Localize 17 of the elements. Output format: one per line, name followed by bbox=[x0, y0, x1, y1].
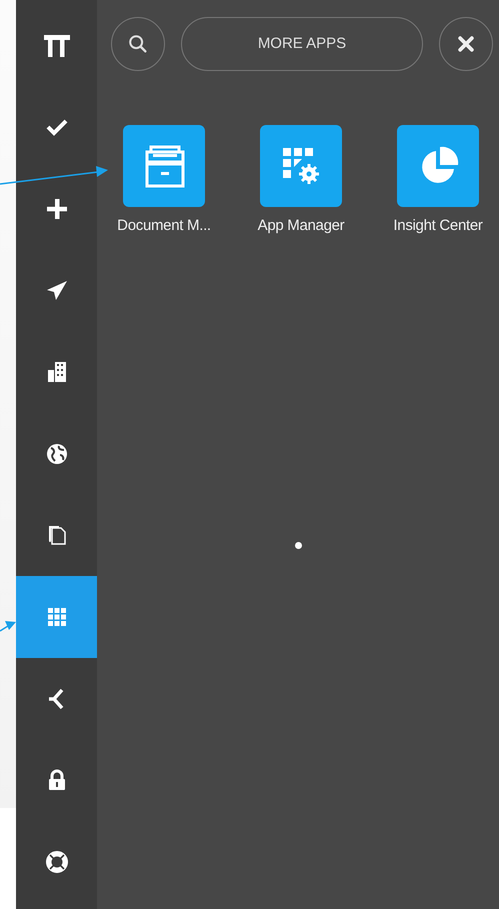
app-tile[interactable] bbox=[123, 125, 205, 207]
close-icon bbox=[456, 34, 476, 54]
annotation-arrow bbox=[0, 621, 16, 632]
app-label: App Manager bbox=[258, 216, 344, 236]
close-button[interactable] bbox=[439, 17, 493, 71]
search-button[interactable] bbox=[111, 17, 165, 71]
lifebuoy-icon bbox=[44, 850, 68, 874]
app-tile[interactable] bbox=[260, 125, 342, 207]
globe-icon bbox=[44, 442, 68, 466]
more-apps-button[interactable]: MORE APPS bbox=[181, 17, 423, 71]
search-icon bbox=[127, 33, 149, 55]
logo-icon bbox=[44, 34, 70, 57]
page-dot[interactable] bbox=[294, 542, 302, 549]
plus-icon bbox=[44, 196, 68, 221]
app-tile[interactable] bbox=[397, 125, 479, 207]
app-label: Document M... bbox=[117, 216, 211, 236]
app-label: Insight Center bbox=[393, 216, 483, 236]
